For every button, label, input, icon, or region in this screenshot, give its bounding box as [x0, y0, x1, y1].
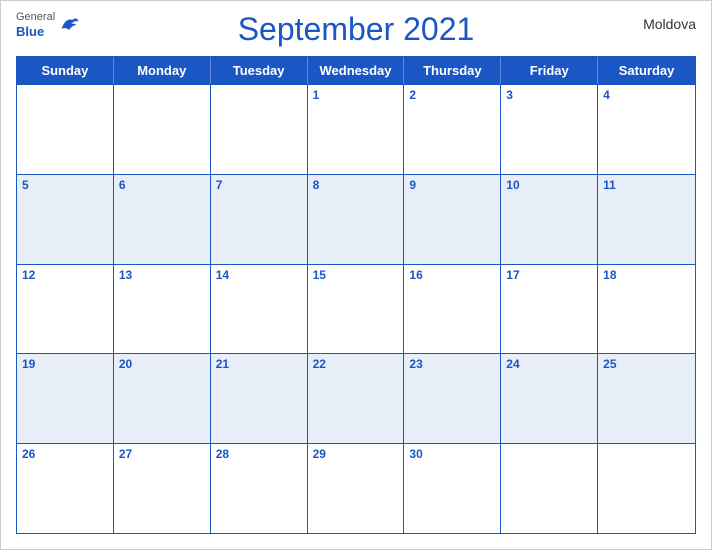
day-cell: 18	[598, 265, 695, 354]
day-cell: 25	[598, 354, 695, 443]
calendar-header: General Blue September 2021 Moldova	[16, 11, 696, 48]
day-number: 4	[603, 88, 610, 102]
day-number: 27	[119, 447, 132, 461]
day-cell: 20	[114, 354, 211, 443]
day-cell: 19	[17, 354, 114, 443]
day-cell: 14	[211, 265, 308, 354]
day-cell: 1	[308, 85, 405, 174]
day-cell: 30	[404, 444, 501, 533]
day-cell	[114, 85, 211, 174]
logo-area: General Blue	[16, 11, 80, 40]
logo-bird-icon	[58, 14, 80, 36]
day-cell: 11	[598, 175, 695, 264]
logo-general: General	[16, 11, 55, 24]
day-header-wednesday: Wednesday	[308, 57, 405, 84]
day-number: 8	[313, 178, 320, 192]
day-number: 13	[119, 268, 132, 282]
day-number: 1	[313, 88, 320, 102]
day-cell: 6	[114, 175, 211, 264]
day-number: 30	[409, 447, 422, 461]
day-cell: 16	[404, 265, 501, 354]
day-cell: 13	[114, 265, 211, 354]
week-row-5: 26 27 28 29 30	[17, 443, 695, 533]
day-number: 10	[506, 178, 519, 192]
week-row-4: 19 20 21 22 23 24 25	[17, 353, 695, 443]
day-cell: 29	[308, 444, 405, 533]
day-number: 26	[22, 447, 35, 461]
day-cell	[211, 85, 308, 174]
day-number: 15	[313, 268, 326, 282]
day-number: 19	[22, 357, 35, 371]
day-number: 21	[216, 357, 229, 371]
day-cell: 27	[114, 444, 211, 533]
day-cell: 24	[501, 354, 598, 443]
day-header-sunday: Sunday	[17, 57, 114, 84]
day-cell: 3	[501, 85, 598, 174]
week-row-2: 5 6 7 8 9 10 11	[17, 174, 695, 264]
day-number: 16	[409, 268, 422, 282]
day-cell: 10	[501, 175, 598, 264]
calendar-title: September 2021	[238, 11, 475, 48]
day-number: 7	[216, 178, 223, 192]
day-cell: 2	[404, 85, 501, 174]
logo-text: General Blue	[16, 11, 55, 40]
day-number: 24	[506, 357, 519, 371]
day-number: 9	[409, 178, 416, 192]
day-number: 14	[216, 268, 229, 282]
day-number: 29	[313, 447, 326, 461]
day-header-monday: Monday	[114, 57, 211, 84]
day-cell: 26	[17, 444, 114, 533]
day-header-tuesday: Tuesday	[211, 57, 308, 84]
day-number: 5	[22, 178, 29, 192]
day-cell: 4	[598, 85, 695, 174]
country-label: Moldova	[643, 16, 696, 32]
day-cell: 17	[501, 265, 598, 354]
day-cell: 28	[211, 444, 308, 533]
day-header-saturday: Saturday	[598, 57, 695, 84]
day-number: 17	[506, 268, 519, 282]
day-cell: 7	[211, 175, 308, 264]
week-row-3: 12 13 14 15 16 17 18	[17, 264, 695, 354]
day-cell: 23	[404, 354, 501, 443]
day-headers-row: SundayMondayTuesdayWednesdayThursdayFrid…	[17, 57, 695, 84]
day-cell: 15	[308, 265, 405, 354]
day-header-friday: Friday	[501, 57, 598, 84]
day-number: 22	[313, 357, 326, 371]
day-cell: 12	[17, 265, 114, 354]
day-number: 28	[216, 447, 229, 461]
day-header-thursday: Thursday	[404, 57, 501, 84]
day-cell: 22	[308, 354, 405, 443]
day-number: 23	[409, 357, 422, 371]
day-number: 2	[409, 88, 416, 102]
day-cell: 21	[211, 354, 308, 443]
calendar-container: General Blue September 2021 Moldova Sund…	[0, 0, 712, 550]
weeks-container: 1234567891011121314151617181920212223242…	[17, 84, 695, 533]
calendar-grid: SundayMondayTuesdayWednesdayThursdayFrid…	[16, 56, 696, 534]
logo-blue: Blue	[16, 24, 55, 40]
day-number: 25	[603, 357, 616, 371]
day-number: 18	[603, 268, 616, 282]
day-cell	[501, 444, 598, 533]
day-number: 3	[506, 88, 513, 102]
day-number: 6	[119, 178, 126, 192]
week-row-1: 1 2 3 4	[17, 84, 695, 174]
day-cell	[17, 85, 114, 174]
day-number: 20	[119, 357, 132, 371]
day-cell: 8	[308, 175, 405, 264]
day-number: 11	[603, 178, 616, 192]
day-number: 12	[22, 268, 35, 282]
day-cell: 5	[17, 175, 114, 264]
day-cell	[598, 444, 695, 533]
day-cell: 9	[404, 175, 501, 264]
